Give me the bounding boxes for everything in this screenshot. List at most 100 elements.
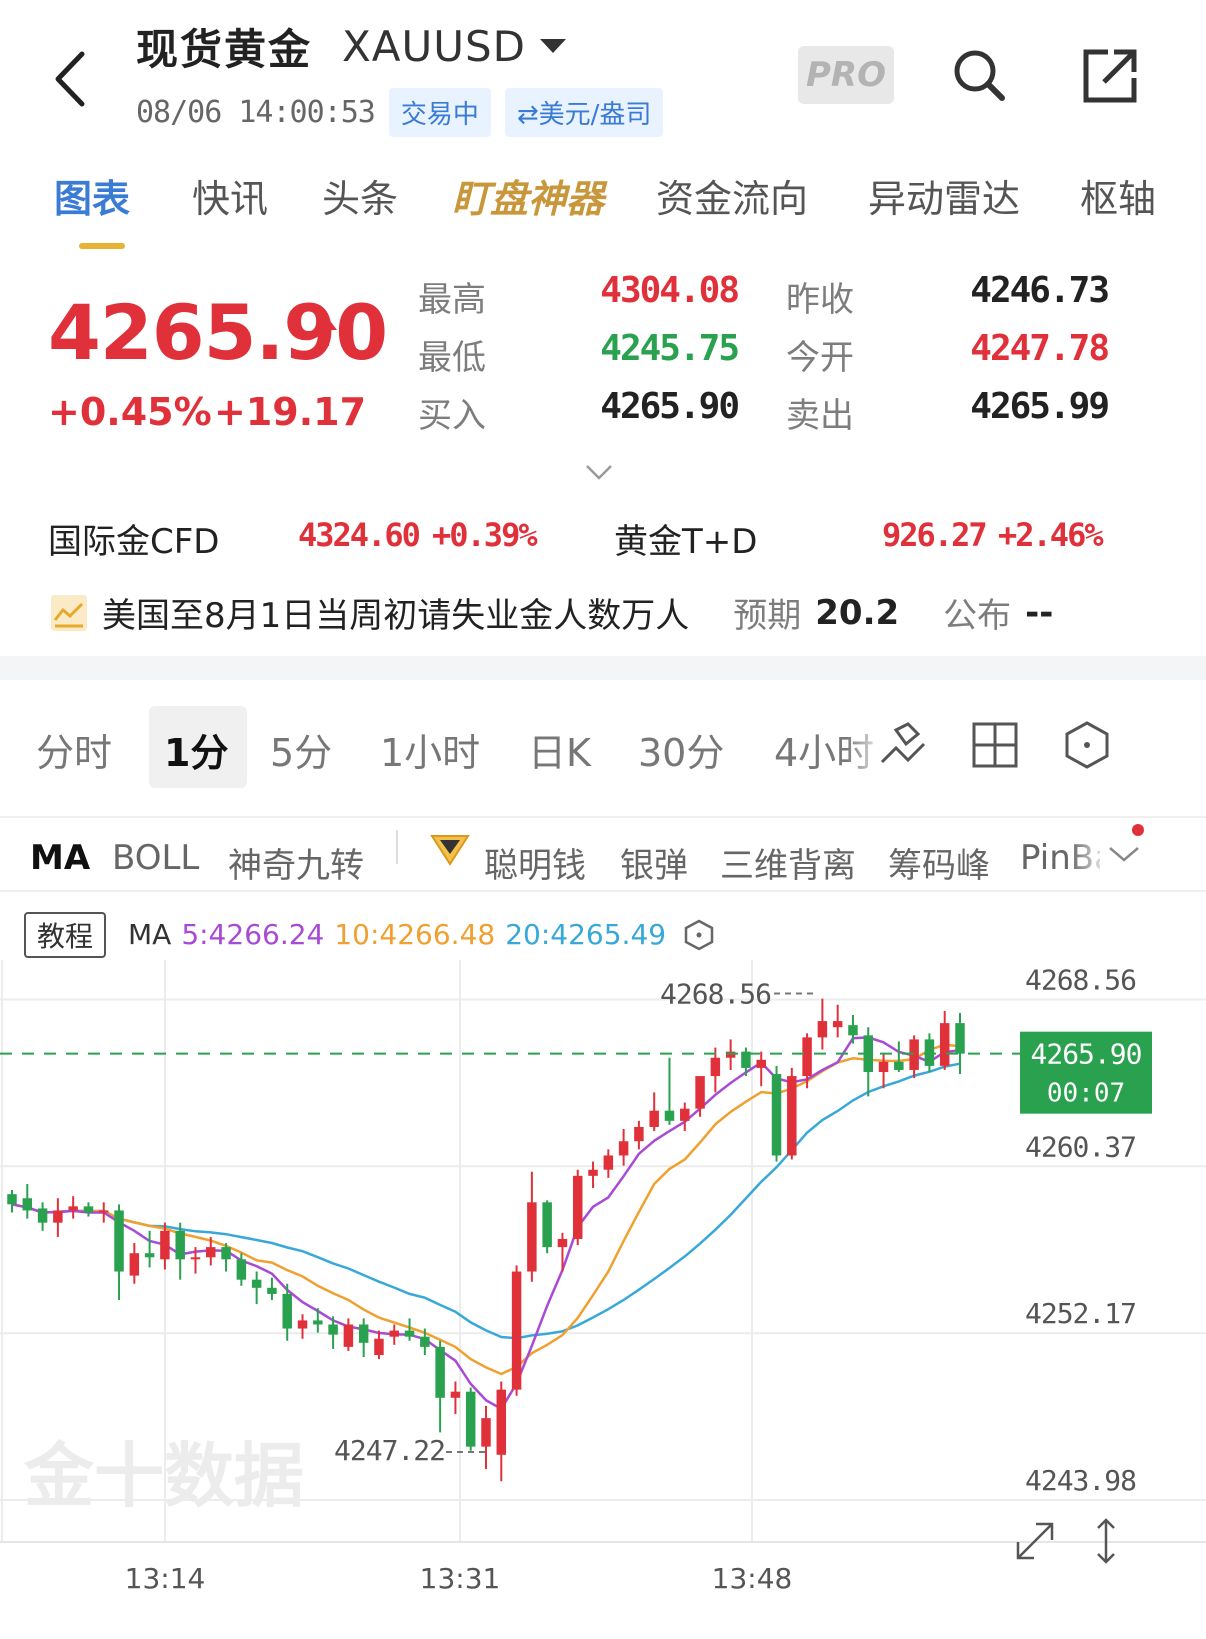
tab-watch-tool[interactable]: 盯盘神器	[452, 168, 604, 223]
back-button[interactable]	[44, 44, 104, 114]
candle-body	[465, 1391, 476, 1447]
pro-button[interactable]: PRO	[798, 46, 894, 104]
candle-body	[924, 1039, 935, 1066]
period-1min[interactable]: 1分	[164, 722, 228, 777]
candle-body	[313, 1320, 323, 1325]
candle-body	[481, 1418, 491, 1447]
tab-anomaly-radar[interactable]: 异动雷达	[868, 168, 1020, 223]
candle-body	[190, 1257, 201, 1260]
ma20-value: 20:4265.49	[505, 918, 667, 951]
period-daily[interactable]: 日K	[528, 722, 591, 777]
x-tick-label: 13:31	[420, 1562, 501, 1595]
tab-pivot[interactable]: 枢轴	[1080, 168, 1156, 223]
candle-body	[160, 1230, 170, 1260]
indicator-3d-divergence[interactable]: 三维背离	[720, 838, 856, 887]
candle-body	[618, 1141, 629, 1156]
expand-quote-button[interactable]	[584, 462, 614, 482]
candle-body	[389, 1330, 399, 1337]
td-change: +2.46%	[998, 516, 1104, 554]
indicator-td9[interactable]: 神奇九转	[228, 838, 364, 887]
open-label: 今开	[786, 338, 854, 378]
indicator-chip-peak[interactable]: 筹码峰	[888, 838, 990, 887]
period-5min[interactable]: 5分	[270, 722, 332, 777]
more-indicators-button[interactable]	[1104, 824, 1144, 868]
ma-settings-icon[interactable]	[682, 918, 716, 952]
tab-headlines[interactable]: 头条	[322, 168, 398, 223]
unit-chip[interactable]: ⇄美元/盎司	[504, 87, 664, 137]
active-tab-indicator	[79, 243, 125, 249]
candle-body	[588, 1169, 598, 1176]
tutorial-button[interactable]: 教程	[24, 912, 106, 958]
indicator-silver-bullet[interactable]: 银弹	[620, 838, 688, 887]
indicator-boll[interactable]: BOLL	[112, 838, 199, 878]
prev-close-label: 昨收	[786, 280, 854, 320]
low-label: 最低	[418, 338, 486, 378]
ma20-line	[11, 1062, 961, 1340]
candle-body	[420, 1336, 430, 1347]
candle-body	[527, 1202, 537, 1272]
candle-body	[83, 1206, 94, 1213]
candle-body	[328, 1324, 338, 1335]
candle-body	[221, 1247, 231, 1260]
candle-body	[955, 1023, 965, 1054]
tab-fund-flow[interactable]: 资金流向	[656, 168, 808, 223]
candle-body	[114, 1210, 124, 1272]
candle-body	[680, 1108, 690, 1121]
trend-chart-icon	[51, 594, 87, 631]
drawing-tool-button[interactable]	[878, 720, 928, 770]
candle-body	[725, 1051, 736, 1058]
candle-body	[37, 1208, 48, 1223]
indicator-ma[interactable]: MA	[30, 838, 90, 878]
bid-label: 买入	[418, 396, 486, 436]
candle-body	[343, 1324, 354, 1347]
economic-event-row[interactable]: 美国至8月1日当周初请失业金人数万人 预期 20.2 公布 --	[50, 588, 1053, 637]
candle-body	[664, 1110, 675, 1121]
watermark-text: 金十数据	[23, 1435, 304, 1517]
candle-body	[53, 1210, 63, 1223]
candle-body	[7, 1194, 17, 1205]
candle-body	[939, 1023, 950, 1066]
candle-body	[695, 1076, 705, 1109]
period-30min[interactable]: 30分	[638, 722, 724, 777]
high-label: 最高	[418, 280, 486, 320]
search-button[interactable]	[948, 44, 1012, 108]
candle-body	[68, 1206, 78, 1211]
share-button[interactable]	[1078, 44, 1142, 108]
candle-body	[603, 1155, 614, 1170]
candle-body	[787, 1076, 797, 1156]
tab-chart[interactable]: 图表	[54, 168, 130, 223]
period-1hour[interactable]: 1小时	[380, 722, 480, 777]
pen-draw-icon	[880, 722, 926, 764]
candle-body	[557, 1238, 568, 1248]
symbol-title[interactable]: 现货黄金 XAUUSD	[136, 18, 567, 74]
chevron-down-icon	[1109, 847, 1139, 862]
candle-body	[236, 1259, 247, 1280]
open-value: 4247.78	[970, 328, 1110, 369]
x-tick-label: 13:14	[125, 1562, 206, 1595]
ma5-value: 5:4266.24	[181, 918, 325, 951]
candle-body	[358, 1324, 369, 1343]
candle-body	[649, 1110, 659, 1127]
content-tabs: 图表 快讯 头条 盯盘神器 资金流向 异动雷达 枢轴	[0, 168, 1206, 248]
candle-body	[374, 1338, 384, 1356]
td-label[interactable]: 黄金T+D	[614, 514, 757, 563]
candle-body	[832, 1021, 843, 1028]
candle-body	[297, 1320, 308, 1329]
candle-body	[710, 1057, 721, 1077]
candle-body	[175, 1230, 185, 1260]
indicator-divider	[396, 830, 398, 864]
indicator-smart-money[interactable]: 聪明钱	[484, 838, 586, 887]
tab-flash-news[interactable]: 快讯	[192, 168, 268, 223]
candle-body	[909, 1039, 919, 1070]
ask-value: 4265.99	[970, 386, 1110, 427]
chevron-left-icon	[55, 51, 85, 107]
ma5-line	[11, 1036, 961, 1411]
trading-status-chip: 交易中	[388, 87, 491, 137]
layout-grid-button[interactable]	[970, 720, 1020, 770]
current-price-label: 4265.90	[1030, 1038, 1141, 1071]
chart-settings-button[interactable]	[1062, 720, 1112, 770]
candlestick-chart[interactable]: 金十数据 4268.56 4260.37 4252.17 4243.98 13:14 13…	[0, 960, 1206, 1639]
cfd-label[interactable]: 国际金CFD	[48, 514, 219, 563]
bid-value: 4265.90	[600, 386, 740, 427]
period-intraday[interactable]: 分时	[36, 722, 112, 777]
